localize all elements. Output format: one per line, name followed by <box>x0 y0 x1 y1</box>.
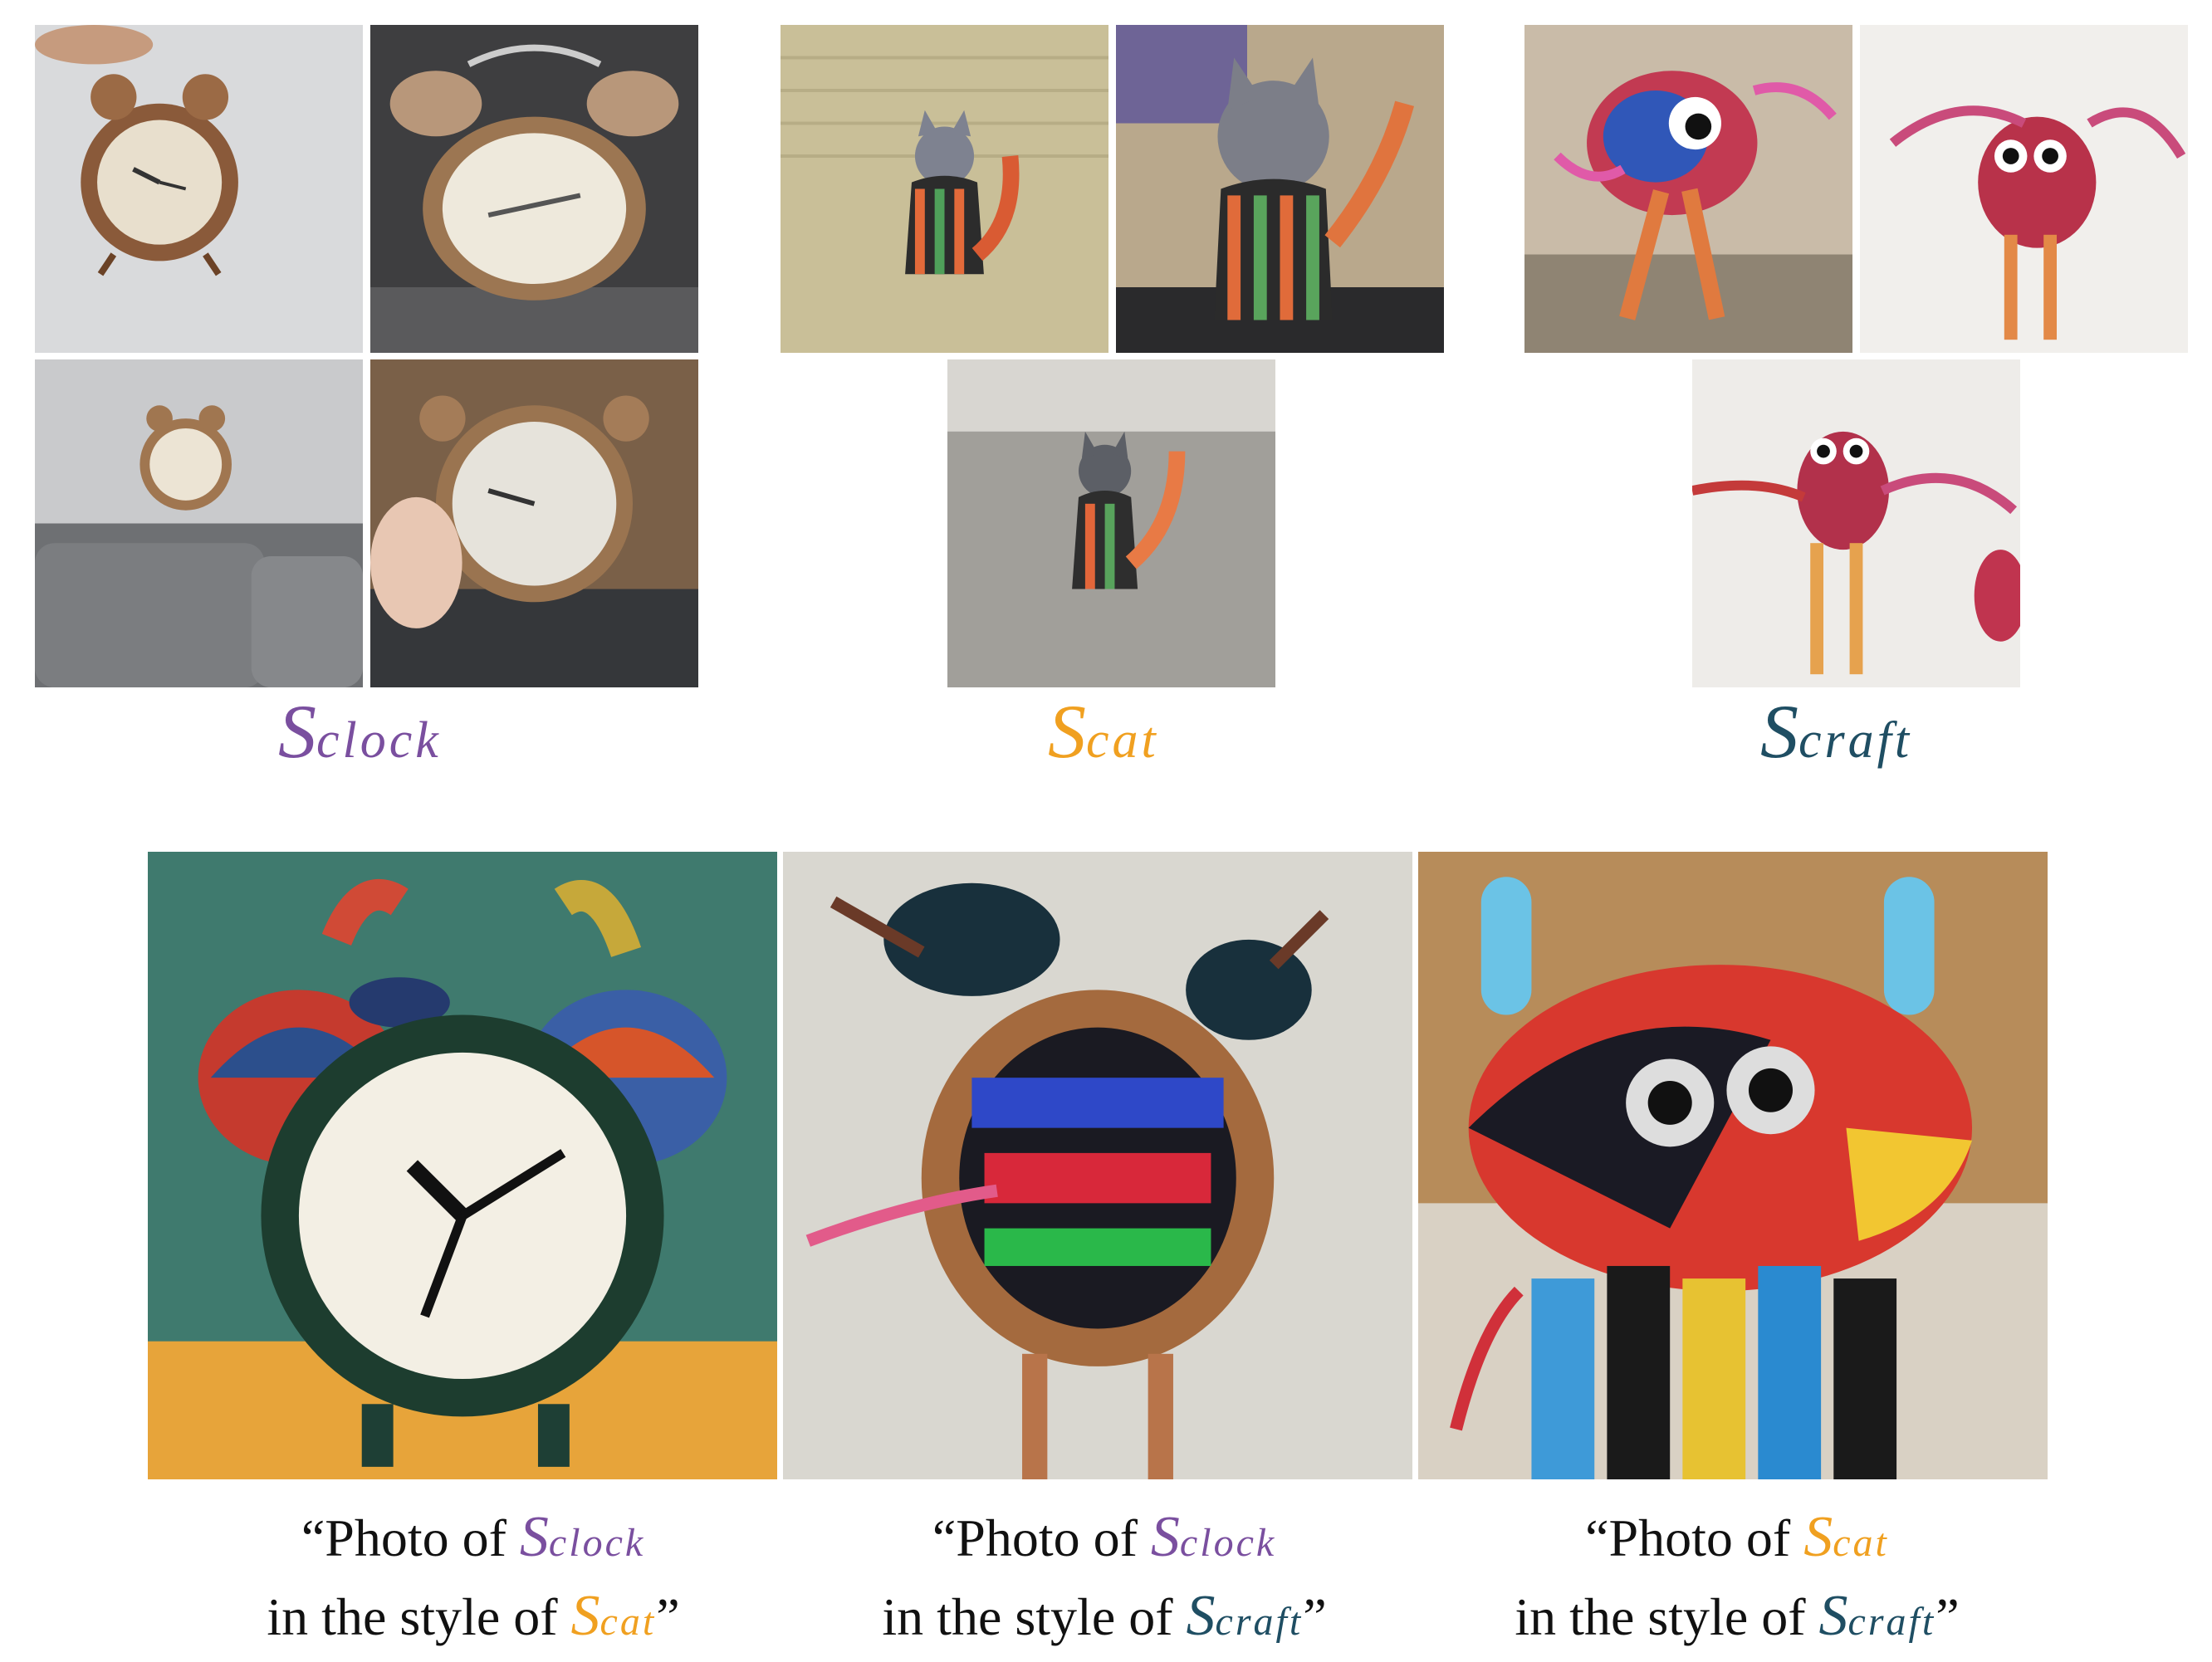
concept-label-clock: Sclock <box>278 693 442 770</box>
caption-clock-craft-line1: “Photo of Sclock <box>797 1501 1412 1580</box>
concept-cat-subscript: cat <box>1086 712 1159 769</box>
craft-photo-2 <box>1860 25 2188 353</box>
generated-clock-craft-style <box>783 852 1412 1479</box>
concept-label-cat: Scat <box>1048 693 1159 770</box>
token-prefix: S <box>519 1505 549 1569</box>
concept-label-craft: Scraft <box>1760 693 1912 770</box>
concept-cat-prefix: S <box>1048 689 1086 774</box>
caption-style-text: in the style of <box>267 1587 571 1646</box>
cat-photo-3 <box>947 359 1275 687</box>
token-prefix: S <box>1803 1505 1833 1569</box>
cat-photo-1 <box>781 25 1108 353</box>
token-subscript: craft <box>1215 1600 1304 1644</box>
token-subscript: cat <box>1833 1521 1889 1565</box>
caption-close: ” <box>656 1587 680 1646</box>
caption-clock-cat-line2: in the style of Scat” <box>199 1580 747 1659</box>
craft-photo-1 <box>1524 25 1852 353</box>
generated-clock-cat-style <box>148 852 777 1479</box>
caption-close: ” <box>1936 1587 1960 1646</box>
caption-cat-craft-line1: “Photo of Scat <box>1430 1501 2044 1580</box>
caption-close: ” <box>1303 1587 1327 1646</box>
caption-open: “Photo of <box>932 1508 1151 1567</box>
caption-clock-cat: “Photo of Sclock in the style of Scat” <box>199 1501 747 1659</box>
token-prefix: S <box>570 1584 600 1648</box>
caption-token-clock: Sclock <box>1150 1505 1277 1569</box>
token-prefix: S <box>1818 1584 1848 1648</box>
clock-photo-4 <box>370 359 698 687</box>
caption-clock-cat-line1: “Photo of Sclock <box>199 1501 747 1580</box>
caption-token-craft: Scraft <box>1818 1584 1936 1648</box>
concept-clock-subscript: clock <box>316 712 442 769</box>
caption-open: “Photo of <box>301 1508 520 1567</box>
clock-photo-1 <box>35 25 363 353</box>
concept-clock-prefix: S <box>278 689 316 774</box>
token-subscript: clock <box>1179 1521 1277 1565</box>
cat-photo-2 <box>1116 25 1444 353</box>
token-subscript: cat <box>599 1600 657 1644</box>
clock-photo-2 <box>370 25 698 353</box>
craft-photo-3 <box>1692 359 2020 687</box>
token-subscript: craft <box>1847 1600 1936 1644</box>
caption-token-clock: Sclock <box>519 1505 646 1569</box>
generated-cat-craft-style <box>1418 852 2048 1479</box>
caption-token-cat: Scat <box>570 1584 657 1648</box>
concept-craft-subscript: craft <box>1798 712 1913 769</box>
clock-photo-3 <box>35 359 363 687</box>
caption-cat-craft: “Photo of Scat in the style of Scraft” <box>1430 1501 2044 1659</box>
caption-open: “Photo of <box>1585 1508 1804 1567</box>
caption-clock-craft-line2: in the style of Scraft” <box>797 1580 1412 1659</box>
caption-style-text: in the style of <box>882 1587 1187 1646</box>
caption-cat-craft-line2: in the style of Scraft” <box>1430 1580 2044 1659</box>
token-subscript: clock <box>548 1521 646 1565</box>
concept-craft-prefix: S <box>1760 689 1798 774</box>
caption-style-text: in the style of <box>1515 1587 1819 1646</box>
token-prefix: S <box>1150 1505 1180 1569</box>
caption-token-cat: Scat <box>1803 1505 1889 1569</box>
caption-token-craft: Scraft <box>1186 1584 1304 1648</box>
caption-clock-craft: “Photo of Sclock in the style of Scraft” <box>797 1501 1412 1659</box>
token-prefix: S <box>1186 1584 1216 1648</box>
